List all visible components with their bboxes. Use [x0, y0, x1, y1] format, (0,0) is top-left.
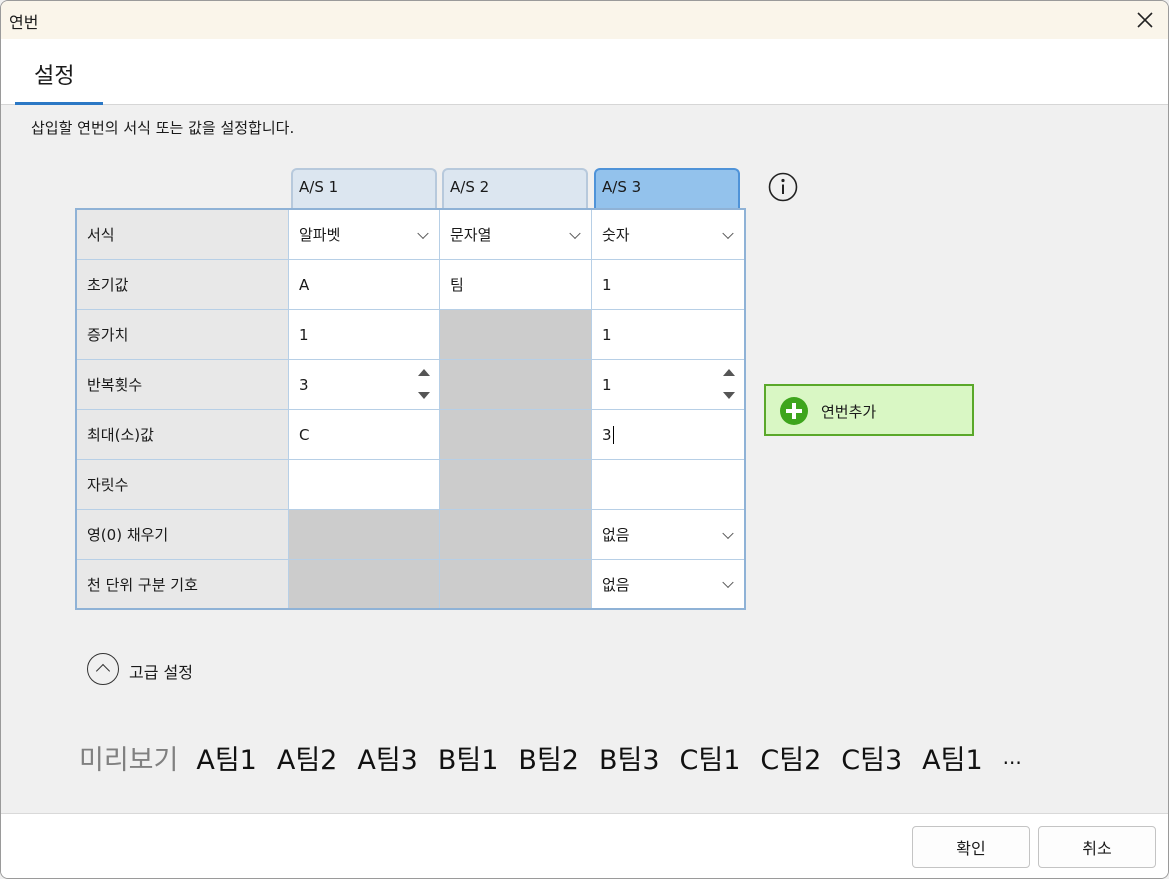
preview-item: C팀2: [760, 744, 822, 776]
preview-item: A팀2: [276, 744, 338, 776]
thousands-disabled-as1: [289, 560, 440, 608]
row-label-digits: 자릿수: [77, 460, 289, 510]
spin-up-icon[interactable]: [723, 369, 735, 376]
plus-circle-icon: [780, 397, 808, 425]
close-button[interactable]: [1122, 1, 1168, 39]
thousands-value-as3: 없음: [602, 575, 630, 594]
zerofill-value-as3: 없음: [602, 526, 630, 544]
preview-item: B팀3: [598, 744, 660, 776]
repeat-disabled-as2: [440, 360, 592, 410]
repeat-stepper-as3[interactable]: 1: [592, 360, 744, 410]
column-tab-as3[interactable]: A/S 3: [594, 168, 740, 208]
repeat-value-as1: 3: [299, 375, 309, 394]
format-select-as1[interactable]: 알파벳: [289, 210, 440, 260]
preview-item: C팀3: [841, 744, 903, 776]
settings-grid: 서식 알파벳 문자열 숫자 초기값 A 팀 1 증가치 1 1 반복횟수 3 1…: [75, 208, 746, 610]
tab-settings[interactable]: 설정: [15, 39, 103, 105]
row-label-increment: 증가치: [77, 310, 289, 360]
chevron-down-icon: [569, 227, 581, 239]
spinner: [417, 366, 431, 402]
max-disabled-as2: [440, 410, 592, 460]
close-icon: [1137, 12, 1153, 28]
ok-button[interactable]: 확인: [912, 826, 1030, 868]
format-select-as3[interactable]: 숫자: [592, 210, 744, 260]
description-text: 삽입할 연번의 서식 또는 값을 설정합니다.: [31, 119, 295, 137]
row-label-max: 최대(소)값: [77, 410, 289, 460]
format-value-as2: 문자열: [450, 226, 492, 244]
dialog-window: 연번 설정 삽입할 연번의 서식 또는 값을 설정합니다. A/S 1 A/S …: [0, 0, 1169, 879]
digits-input-as1[interactable]: [289, 460, 440, 510]
digits-input-as3[interactable]: [592, 460, 744, 510]
row-label-initial: 초기값: [77, 260, 289, 310]
preview-item: B팀2: [518, 744, 579, 776]
info-icon[interactable]: [767, 171, 799, 203]
digits-disabled-as2: [440, 460, 592, 510]
advanced-settings-label: 고급 설정: [129, 663, 193, 682]
row-label-thousands: 천 단위 구분 기호: [77, 560, 289, 608]
initial-input-as1[interactable]: A: [289, 260, 440, 310]
title-bar: 연번: [1, 1, 1168, 39]
tab-settings-label: 설정: [34, 64, 75, 89]
zerofill-disabled-as2: [440, 510, 592, 560]
format-value-as1: 알파벳: [299, 226, 341, 244]
preview-ellipsis: ...: [1002, 745, 1022, 769]
preview-item: C팀1: [679, 744, 741, 776]
chevron-down-icon: [722, 576, 734, 589]
footer: 확인 취소: [1, 813, 1168, 878]
increment-input-as1[interactable]: 1: [289, 310, 440, 360]
preview-item: A팀3: [357, 744, 418, 776]
preview-item: A팀1: [922, 744, 983, 776]
chevron-down-icon: [417, 227, 429, 239]
chevron-down-icon: [722, 227, 734, 239]
format-value-as3: 숫자: [602, 226, 630, 244]
increment-input-as3[interactable]: 1: [592, 310, 744, 360]
tab-active-indicator: [15, 102, 103, 105]
preview-label: 미리보기: [79, 744, 179, 776]
max-value-as3: 3: [602, 425, 612, 444]
thousands-select-as3[interactable]: 없음: [592, 560, 744, 608]
add-sequence-label: 연번추가: [821, 403, 877, 421]
increment-disabled-as2: [440, 310, 592, 360]
preview-item: B팀1: [437, 744, 499, 776]
spin-up-icon[interactable]: [418, 369, 430, 376]
add-sequence-button[interactable]: 연번추가: [764, 384, 974, 436]
column-tab-as1[interactable]: A/S 1: [291, 168, 437, 208]
spin-down-icon[interactable]: [418, 392, 430, 399]
column-tab-as2[interactable]: A/S 2: [442, 168, 588, 208]
spin-down-icon[interactable]: [723, 392, 735, 399]
preview-item: A팀1: [196, 744, 257, 776]
initial-input-as2[interactable]: 팀: [440, 260, 592, 310]
chevron-down-icon: [722, 527, 734, 539]
tab-bar: 설정: [1, 39, 1168, 105]
thousands-disabled-as2: [440, 560, 592, 608]
initial-input-as3[interactable]: 1: [592, 260, 744, 310]
zerofill-select-as3[interactable]: 없음: [592, 510, 744, 560]
max-input-as1[interactable]: C: [289, 410, 440, 460]
chevron-up-circle-icon: [87, 653, 119, 685]
row-label-format: 서식: [77, 210, 289, 260]
max-input-as3[interactable]: 3: [592, 410, 744, 460]
row-label-zerofill: 영(0) 채우기: [77, 510, 289, 560]
row-label-repeat: 반복횟수: [77, 360, 289, 410]
format-select-as2[interactable]: 문자열: [440, 210, 592, 260]
repeat-value-as3: 1: [602, 375, 612, 394]
zerofill-disabled-as1: [289, 510, 440, 560]
cancel-button[interactable]: 취소: [1038, 826, 1156, 868]
spinner: [722, 366, 736, 402]
preview: 미리보기 A팀1 A팀2 A팀3 B팀1 B팀2 B팀3 C팀1 C팀2 C팀3…: [79, 737, 1042, 777]
repeat-stepper-as1[interactable]: 3: [289, 360, 440, 410]
text-caret: [612, 425, 614, 444]
window-title: 연번: [9, 13, 39, 32]
